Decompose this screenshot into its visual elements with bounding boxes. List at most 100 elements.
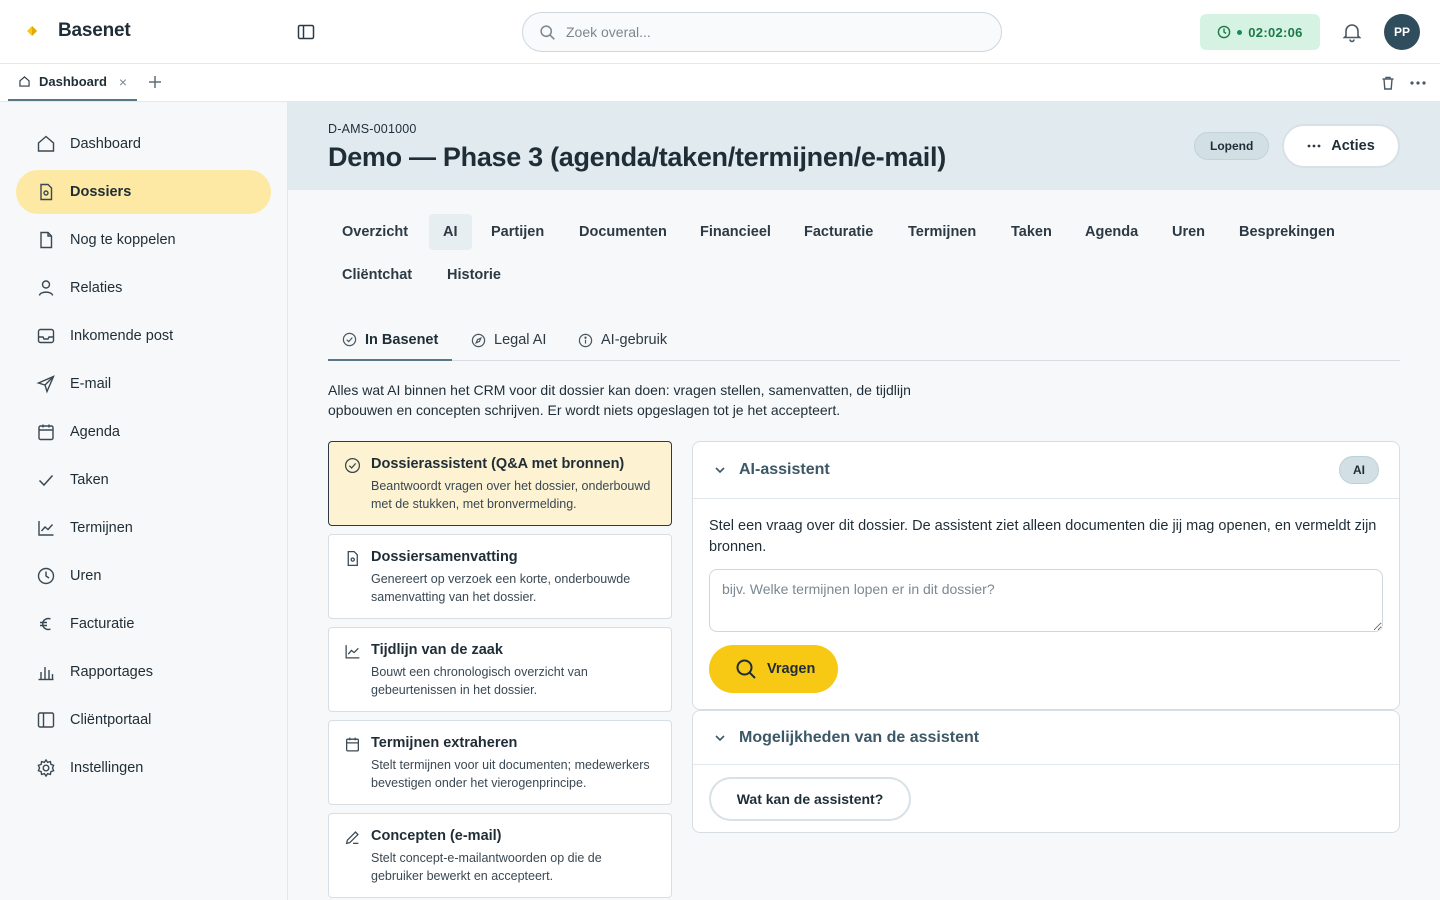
sidebar-item-label: Nog te koppelen [70,232,176,248]
sidebar-item-dossiers[interactable]: Dossiers [16,170,271,214]
inbox-icon [37,328,55,344]
check-circle-icon [342,332,357,347]
card-title: Tijdlijn van de zaak [371,642,503,658]
sidebar-item-instellingen[interactable]: Instellingen [16,746,271,790]
gear-icon [37,758,55,778]
subtab-label: Legal AI [494,332,547,348]
sidebar-item-clientportaal[interactable]: Cliëntportaal [16,698,271,742]
card-description-line: Stelt concept-e-mailantwoorden op die de [371,851,602,865]
tab-financieel[interactable]: Financieel [686,214,785,250]
sidebar-item-label: Rapportages [70,664,154,680]
panel-icon [37,712,55,728]
card-description-line: Stelt termijnen voor uit documenten; med… [371,758,650,772]
sidebar-item-label: Taken [70,472,109,488]
intro-line: Alles wat AI binnen het CRM voor dit dos… [328,382,911,398]
ask-button-label: Vragen [767,661,816,677]
user-avatar[interactable]: PP [1384,14,1420,50]
workspace-tab-strip: Dashboard × [0,64,1440,102]
tab-uren[interactable]: Uren [1158,214,1219,250]
sidebar-item-relaties[interactable]: Relaties [16,266,271,310]
intro-line: opbouwen en concepten schrijven. Er word… [328,402,841,418]
card-termijnen-extraheren[interactable]: Termijnen extraheren Stelt termijnen voo… [328,720,672,805]
pencil-icon [345,831,359,845]
tab-termijnen[interactable]: Termijnen [894,214,990,250]
subtab-ai-gebruik[interactable]: AI-gebruik [564,320,681,360]
sidebar-toggle-button[interactable] [296,22,316,42]
workspace-tab-dashboard[interactable]: Dashboard × [8,64,138,101]
status-badge: Lopend [1194,132,1270,160]
question-input[interactable] [709,569,1383,632]
sidebar-item-label: Cliëntportaal [70,712,152,728]
sidebar-item-taken[interactable]: Taken [16,458,271,502]
clear-tabs-button[interactable] [1380,75,1396,91]
sidebar-item-label: Relaties [70,280,123,296]
card-tijdlijn[interactable]: Tijdlijn van de zaak Bouwt een chronolog… [328,627,672,712]
timer-running-dot [1237,29,1243,35]
logo[interactable]: Basenet [24,20,131,42]
tab-partijen[interactable]: Partijen [477,214,558,250]
sidebar-item-e-mail[interactable]: E-mail [16,362,271,406]
tab-clientchat[interactable]: Cliëntchat [328,257,426,293]
basenet-logo-icon [27,26,37,36]
subtab-legal-ai[interactable]: Legal AI [457,320,560,360]
sidebar: Dashboard Dossiers Nog te koppelen Relat… [0,102,288,900]
tab-historie[interactable]: Historie [433,257,515,293]
user-icon [38,280,54,296]
card-description-line: gebeurtenissen in het dossier. [371,683,538,697]
what-can-assistant-do-button[interactable]: Wat kan de assistent? [709,777,911,821]
subtab-in-basenet[interactable]: In Basenet [328,320,453,361]
sidebar-item-nog-te-koppelen[interactable]: Nog te koppelen [16,218,271,262]
tab-taken[interactable]: Taken [997,214,1066,250]
ai-assistant-panel-header[interactable]: AI-assistent AI [693,442,1399,499]
card-description-line: bevestigen onder het vierogenprincipe. [371,776,587,790]
sidebar-item-facturatie[interactable]: Facturatie [16,602,271,646]
sidebar-item-label: Agenda [70,424,120,440]
time-tracker[interactable]: 02:02:06 [1200,14,1320,50]
bar-chart-icon [38,667,54,681]
tab-overzicht[interactable]: Overzicht [328,214,422,250]
sidebar-item-termijnen[interactable]: Termijnen [16,506,271,550]
sidebar-item-uren[interactable]: Uren [16,554,271,598]
sidebar-panel-icon [297,24,315,40]
sidebar-item-rapportages[interactable]: Rapportages [16,650,271,694]
sidebar-item-dashboard[interactable]: Dashboard [16,122,271,166]
tab-options-button[interactable] [1409,75,1427,91]
card-description: Bouwt een chronologisch overzicht van ge… [371,663,655,699]
card-concepten-email[interactable]: Concepten (e-mail) Stelt concept-e-maila… [328,813,672,898]
sidebar-item-inkomende-post[interactable]: Inkomende post [16,314,271,358]
card-title: Concepten (e-mail) [371,828,502,844]
tab-besprekingen[interactable]: Besprekingen [1225,214,1349,250]
line-chart-icon [38,521,54,536]
actions-button[interactable]: Acties [1282,124,1400,168]
card-description: Beantwoordt vragen over het dossier, ond… [371,477,655,513]
timer-value: 02:02:06 [1248,24,1303,40]
clock-icon [1217,25,1231,39]
workspace-tab-label: Dashboard [39,74,107,89]
more-horizontal-icon [1410,81,1426,85]
tab-ai[interactable]: AI [429,214,472,250]
search-input[interactable] [566,24,966,40]
sidebar-item-agenda[interactable]: Agenda [16,410,271,454]
check-circle-icon [344,457,361,474]
capabilities-panel-header[interactable]: Mogelijkheden van de assistent [693,711,1399,765]
capabilities-panel: Mogelijkheden van de assistent Wat kan d… [692,710,1400,833]
sidebar-item-label: Uren [70,568,102,584]
global-search[interactable] [522,12,1002,52]
ask-button[interactable]: Vragen [709,645,838,693]
card-dossiersamenvatting[interactable]: Dossiersamenvatting Genereert op verzoek… [328,534,672,619]
close-tab-button[interactable]: × [119,74,127,90]
chevron-down-icon [715,467,725,474]
home-icon [37,135,55,152]
card-dossierassistent[interactable]: Dossierassistent (Q&A met bronnen) Beant… [328,441,672,526]
case-id: D-AMS-001000 [328,122,417,136]
card-description-line: Bouwt een chronologisch overzicht van [371,665,588,679]
card-description: Stelt concept-e-mailantwoorden op die de… [371,849,655,885]
tab-agenda[interactable]: Agenda [1071,214,1152,250]
tab-facturatie[interactable]: Facturatie [790,214,887,250]
add-tab-button[interactable] [146,73,164,91]
notifications-button[interactable] [1341,21,1363,43]
case-header: D-AMS-001000 Demo — Phase 3 (agenda/take… [288,102,1440,190]
card-description-line: met de stukken, met bronvermelding. [371,497,577,511]
card-description-line: Beantwoordt vragen over het dossier, ond… [371,479,651,493]
tab-documenten[interactable]: Documenten [565,214,681,250]
